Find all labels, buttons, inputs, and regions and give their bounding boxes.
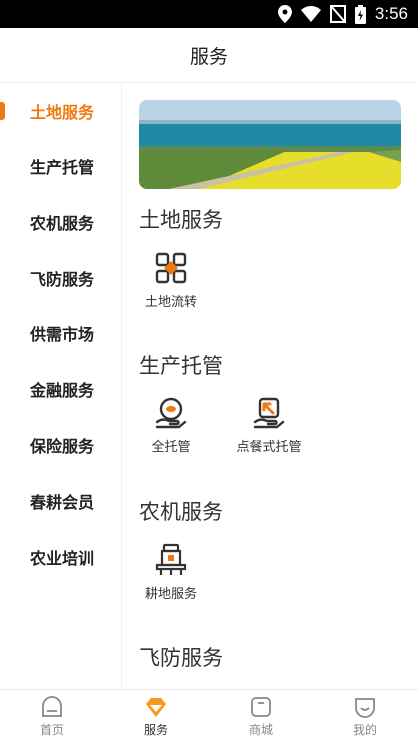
sidebar-item-finance[interactable]: 金融服务 [0,369,122,409]
status-time: 3:56 [374,4,408,23]
sidebar-item-label: 农业培训 [30,549,95,568]
section-title-aerial: 飞防服务 [139,646,223,670]
tab-label: 我的 [352,723,377,737]
service-label: 全托管 [151,440,191,455]
tractor-icon [155,543,187,575]
service-icon [146,698,166,717]
status-icons: 3:56 [277,4,408,24]
tab-home[interactable]: 首页 [0,690,104,745]
sidebar-item-insurance[interactable]: 保险服务 [0,425,122,465]
bottom-tab-bar: 首页 服务 商城 我的 [0,689,418,744]
shop-icon [251,697,271,717]
service-plowing[interactable]: 耕地服务 [131,543,211,602]
sidebar-item-aerial-protection[interactable]: 飞防服务 [0,258,122,298]
location-icon [277,5,292,23]
sidebar-item-label: 春耕会员 [30,493,95,512]
service-full-custody[interactable]: 全托管 [131,396,211,455]
service-content: 土地服务 土地流转 生产托管 全托管 点餐式托管 农机服务 耕地服务 飞防服务 [122,84,418,689]
sidebar-item-label: 供需市场 [30,325,95,344]
service-label: 耕地服务 [144,587,197,602]
sidebar-item-production-custody[interactable]: 生产托管 [0,146,122,186]
wifi-icon [300,6,321,22]
tab-service[interactable]: 服务 [104,690,208,745]
land-transfer-icon [155,252,187,284]
active-indicator [0,102,5,120]
sidebar-item-label: 金融服务 [30,381,95,400]
tab-label: 首页 [39,723,64,737]
page-header: 服务 [0,28,418,83]
section-title-custody: 生产托管 [139,354,223,378]
service-land-transfer[interactable]: 土地流转 [131,251,211,310]
status-bar: 3:56 [0,0,418,28]
full-custody-icon [155,397,187,429]
page-title: 服务 [189,45,228,68]
sidebar-item-land-service[interactable]: 土地服务 [0,91,122,131]
sidebar-item-supply-demand[interactable]: 供需市场 [0,313,122,353]
sidebar-item-label: 生产托管 [30,158,95,177]
category-sidebar: 土地服务 生产托管 农机服务 飞防服务 供需市场 金融服务 保险服务 春耕会员 … [0,84,122,689]
tab-label: 商城 [248,723,273,737]
sidebar-item-training[interactable]: 农业培训 [0,537,122,577]
service-label: 点餐式托管 [236,440,302,455]
battery-icon [354,4,366,24]
sidebar-item-label: 土地服务 [30,103,95,122]
service-menu-custody[interactable]: 点餐式托管 [229,396,309,455]
banner-image[interactable] [139,100,401,189]
tab-profile[interactable]: 我的 [313,690,417,745]
profile-icon [355,698,375,718]
menu-custody-icon [253,397,285,429]
landscape-image [139,100,401,189]
sidebar-item-label: 保险服务 [30,437,95,456]
sidebar-item-label: 农机服务 [30,214,95,233]
service-label: 土地流转 [144,295,197,310]
sidebar-item-machinery-service[interactable]: 农机服务 [0,202,122,242]
tab-label: 服务 [143,723,168,737]
tab-shop[interactable]: 商城 [209,690,313,745]
sidebar-item-label: 飞防服务 [30,270,95,289]
sidebar-item-spring-member[interactable]: 春耕会员 [0,481,122,521]
section-title-machinery: 农机服务 [139,500,223,524]
section-title-land: 土地服务 [139,208,223,232]
signal-off-icon [329,5,346,23]
home-icon [42,696,62,717]
